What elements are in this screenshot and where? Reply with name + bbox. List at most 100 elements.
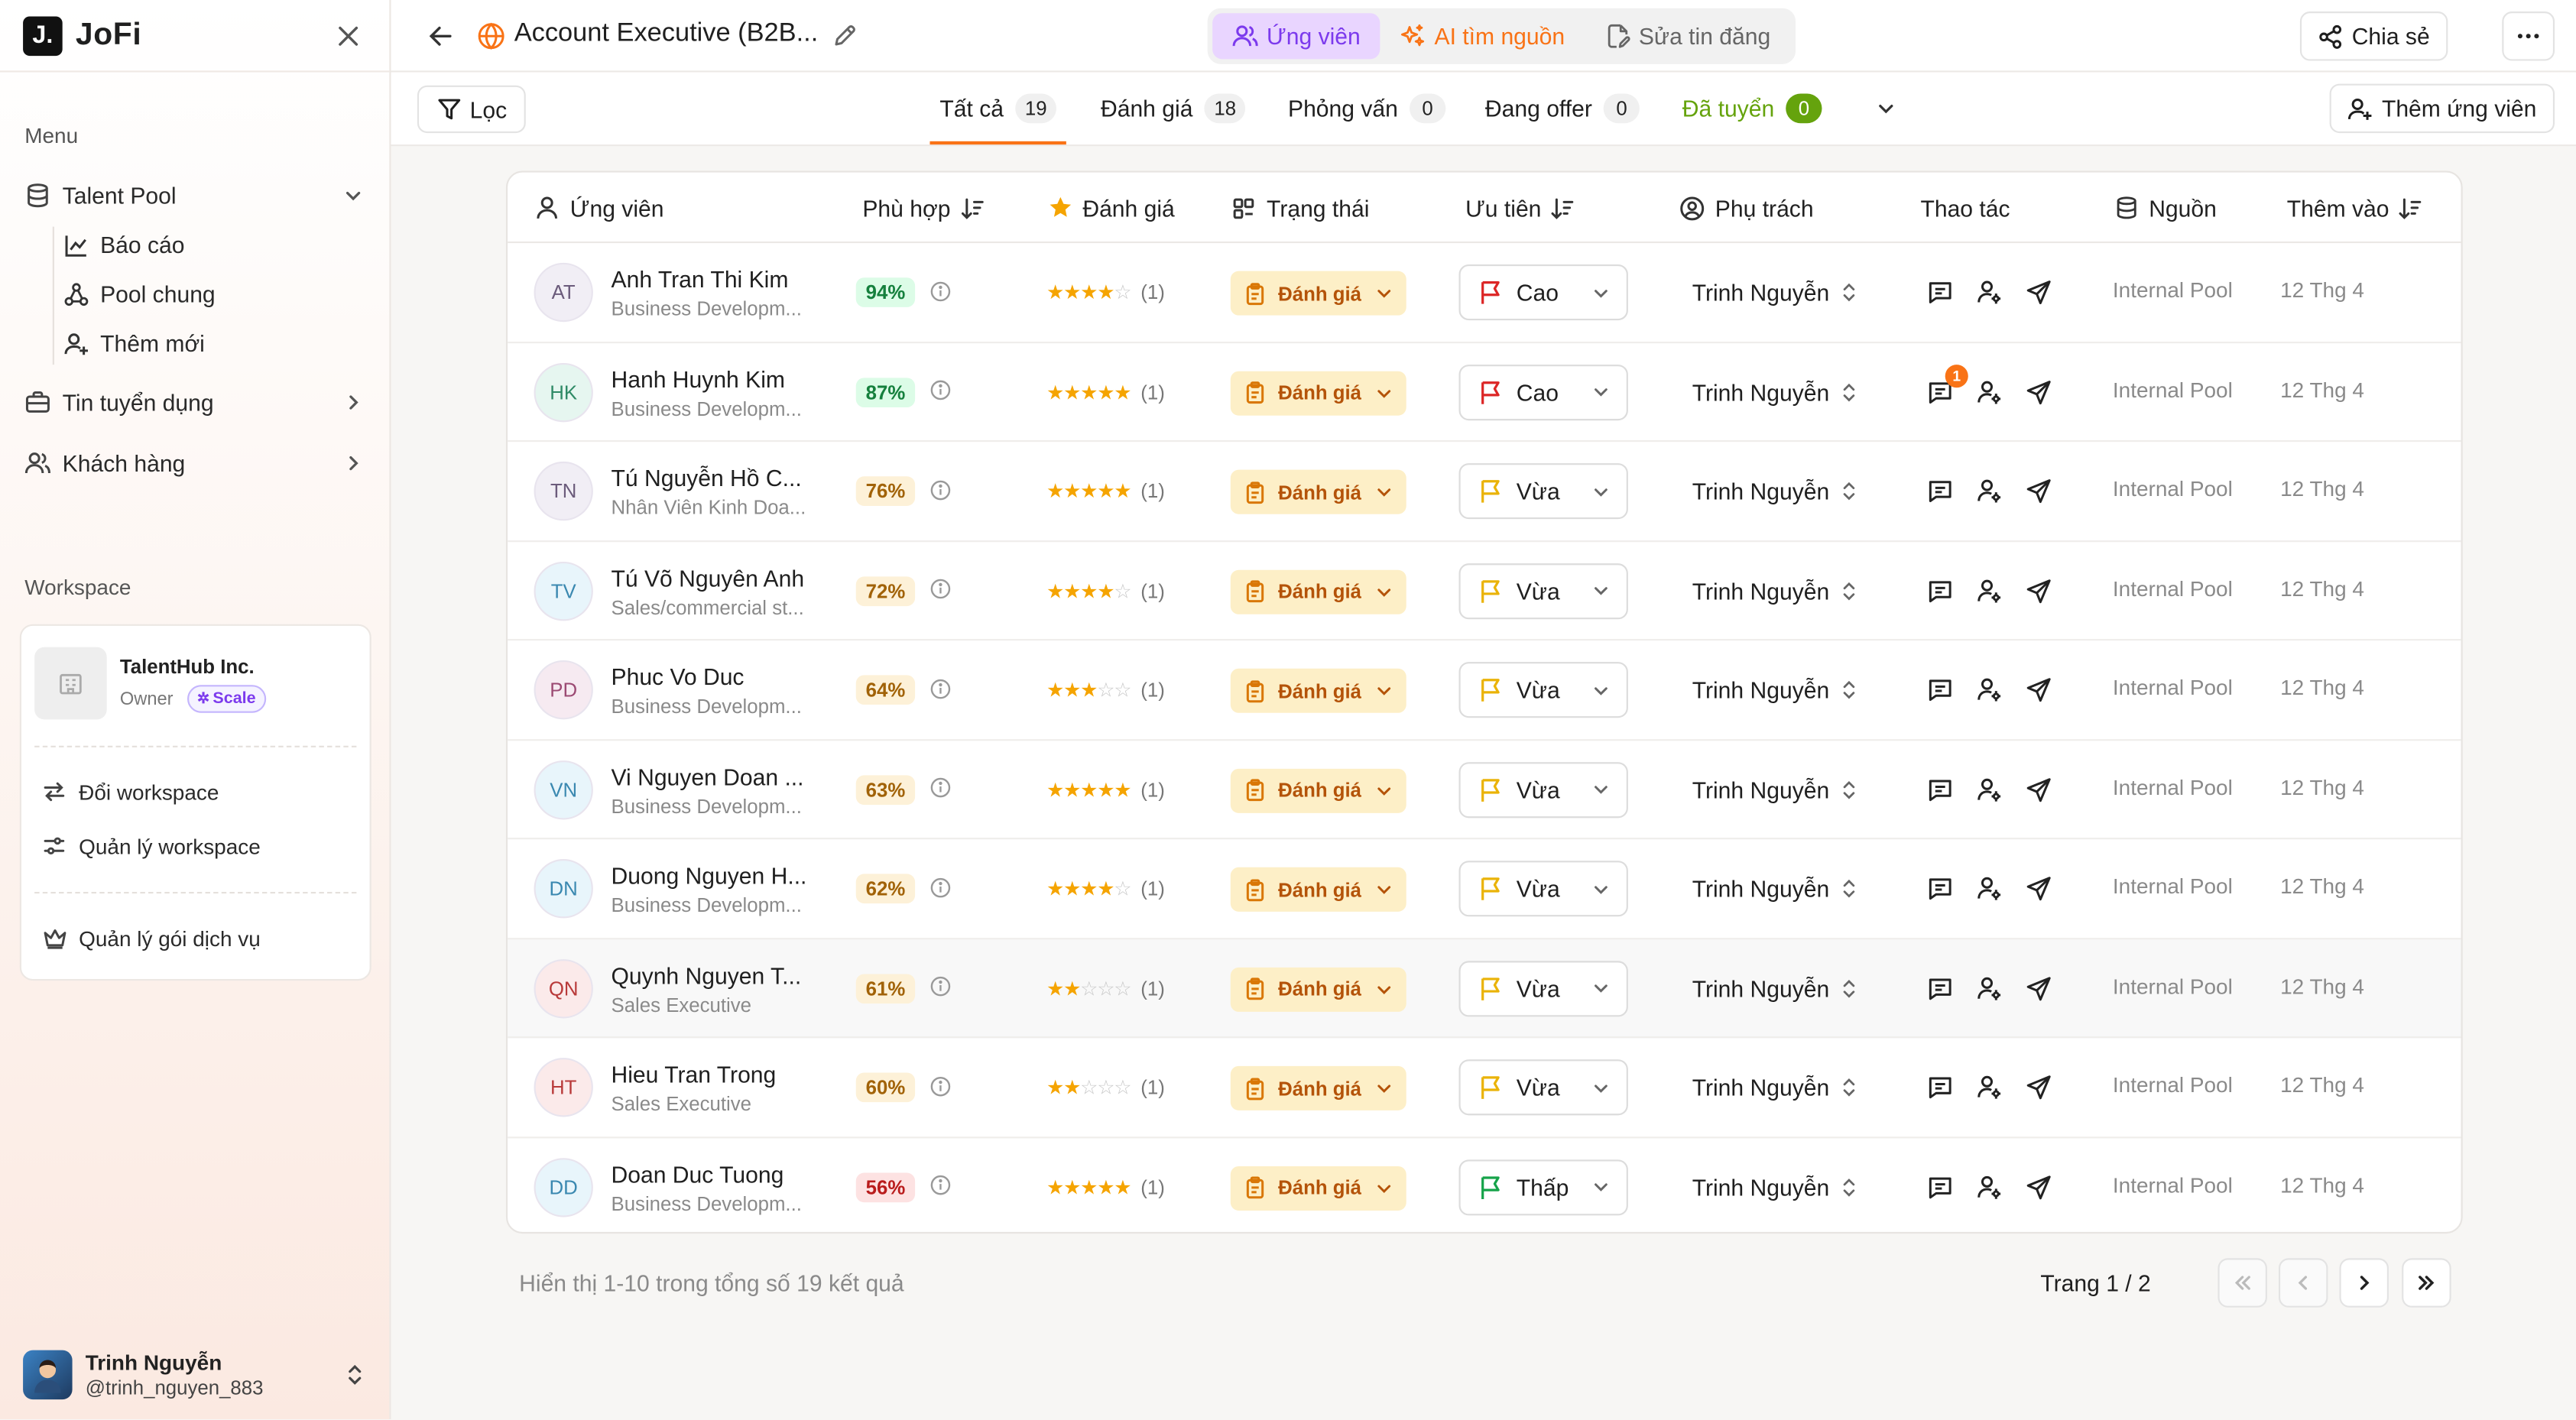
sort-icon[interactable] bbox=[960, 196, 983, 219]
info-icon[interactable] bbox=[928, 676, 951, 699]
priority-dropdown[interactable]: Cao bbox=[1458, 264, 1628, 321]
pencil-icon[interactable] bbox=[828, 18, 861, 51]
sidebar-item-clients[interactable]: Khách hàng bbox=[23, 442, 363, 485]
priority-dropdown[interactable]: Vừa bbox=[1458, 761, 1628, 818]
owner-select[interactable]: Trinh Nguyễn bbox=[1692, 1071, 1857, 1104]
assign-user-icon[interactable] bbox=[1971, 970, 2007, 1006]
table-row[interactable]: AT Anh Tran Thi Kim Business Developm... 94… bbox=[508, 243, 2461, 343]
tab-review[interactable]: Đánh giá 18 bbox=[1101, 86, 1246, 131]
status-dropdown[interactable]: Đánh giá bbox=[1230, 1065, 1406, 1110]
owner-select[interactable]: Trinh Nguyễn bbox=[1692, 1170, 1857, 1203]
info-icon[interactable] bbox=[928, 1075, 951, 1097]
status-dropdown[interactable]: Đánh giá bbox=[1230, 767, 1406, 812]
send-icon[interactable] bbox=[2021, 1169, 2057, 1204]
status-dropdown[interactable]: Đánh giá bbox=[1230, 569, 1406, 614]
info-icon[interactable] bbox=[928, 478, 951, 501]
send-icon[interactable] bbox=[2021, 771, 2057, 807]
message-icon[interactable]: 1 bbox=[1922, 364, 1968, 410]
status-dropdown[interactable]: Đánh giá bbox=[1230, 668, 1406, 713]
assign-user-icon[interactable] bbox=[1971, 1169, 2007, 1204]
add-candidate-button[interactable]: Thêm ứng viên bbox=[2329, 83, 2555, 134]
send-icon[interactable] bbox=[2021, 374, 2057, 410]
assign-user-icon[interactable] bbox=[1971, 572, 2007, 608]
switch-workspace-link[interactable]: Đổi workspace bbox=[41, 773, 219, 809]
info-icon[interactable] bbox=[928, 876, 951, 899]
info-icon[interactable] bbox=[928, 378, 951, 401]
owner-select[interactable]: Trinh Nguyễn bbox=[1692, 673, 1857, 706]
priority-dropdown[interactable]: Vừa bbox=[1458, 960, 1628, 1016]
owner-select[interactable]: Trinh Nguyễn bbox=[1692, 375, 1857, 408]
info-icon[interactable] bbox=[928, 577, 951, 600]
priority-dropdown[interactable]: Thấp bbox=[1458, 1159, 1628, 1215]
prev-page-button[interactable] bbox=[2278, 1258, 2328, 1308]
priority-dropdown[interactable]: Vừa bbox=[1458, 662, 1628, 718]
send-icon[interactable] bbox=[2021, 970, 2057, 1006]
owner-select[interactable]: Trinh Nguyễn bbox=[1692, 276, 1857, 309]
owner-select[interactable]: Trinh Nguyễn bbox=[1692, 475, 1857, 507]
candidate-name[interactable]: Doan Duc Tuong bbox=[612, 1160, 784, 1186]
info-icon[interactable] bbox=[928, 776, 951, 799]
chevron-down-icon[interactable] bbox=[1870, 92, 1903, 125]
status-dropdown[interactable]: Đánh giá bbox=[1230, 370, 1406, 415]
send-icon[interactable] bbox=[2021, 473, 2057, 509]
filter-button[interactable]: Lọc bbox=[417, 85, 525, 134]
more-options-icon[interactable] bbox=[2502, 11, 2555, 61]
send-icon[interactable] bbox=[2021, 672, 2057, 708]
tab-interview[interactable]: Phỏng vấn 0 bbox=[1288, 86, 1446, 131]
tab-candidates[interactable]: Ứng viên bbox=[1212, 13, 1380, 60]
send-icon[interactable] bbox=[2021, 572, 2057, 608]
info-icon[interactable] bbox=[928, 279, 951, 302]
priority-dropdown[interactable]: Vừa bbox=[1458, 861, 1628, 917]
table-row[interactable]: TN Tú Nguyễn Hồ C... Nhân Viên Kinh Doa...… bbox=[508, 442, 2461, 542]
status-dropdown[interactable]: Đánh giá bbox=[1230, 271, 1406, 316]
candidate-name[interactable]: Tú Nguyễn Hồ C... bbox=[612, 465, 802, 491]
sidebar-item-add-new[interactable]: Thêm mới bbox=[63, 323, 205, 363]
candidate-name[interactable]: Hanh Huynh Kim bbox=[612, 365, 785, 391]
table-row[interactable]: TV Tú Võ Nguyên Anh Sales/commercial st...… bbox=[508, 541, 2461, 641]
candidate-name[interactable]: Duong Nguyen H... bbox=[612, 862, 807, 888]
status-dropdown[interactable]: Đánh giá bbox=[1230, 1165, 1406, 1210]
table-row[interactable]: HK Hanh Huynh Kim Business Developm... 87% ★… bbox=[508, 342, 2461, 443]
candidate-name[interactable]: Phuc Vo Duc bbox=[612, 663, 745, 689]
owner-select[interactable]: Trinh Nguyễn bbox=[1692, 773, 1857, 806]
send-icon[interactable] bbox=[2021, 274, 2057, 310]
owner-select[interactable]: Trinh Nguyễn bbox=[1692, 872, 1857, 905]
sort-icon[interactable] bbox=[1551, 196, 1574, 219]
tab-edit-posting[interactable]: Sửa tin đăng bbox=[1585, 13, 1790, 59]
tab-hired[interactable]: Đã tuyển 0 bbox=[1682, 86, 1822, 131]
message-icon[interactable] bbox=[1922, 1069, 1958, 1105]
candidate-name[interactable]: Vi Nguyen Doan ... bbox=[612, 763, 804, 789]
message-icon[interactable] bbox=[1922, 771, 1958, 807]
assign-user-icon[interactable] bbox=[1971, 771, 2007, 807]
status-dropdown[interactable]: Đánh giá bbox=[1230, 867, 1406, 912]
status-dropdown[interactable]: Đánh giá bbox=[1230, 469, 1406, 514]
candidate-name[interactable]: Hieu Tran Trong bbox=[612, 1061, 777, 1087]
table-row[interactable]: DD Doan Duc Tuong Business Developm... 56% ★… bbox=[508, 1137, 2461, 1232]
message-icon[interactable] bbox=[1922, 672, 1958, 708]
message-icon[interactable] bbox=[1922, 1169, 1958, 1204]
sidebar-item-common-pool[interactable]: Pool chung bbox=[63, 274, 216, 314]
sidebar-item-jobs[interactable]: Tin tuyển dụng bbox=[23, 381, 363, 424]
candidate-name[interactable]: Anh Tran Thi Kim bbox=[612, 266, 789, 292]
candidate-name[interactable]: Tú Võ Nguyên Anh bbox=[612, 564, 805, 590]
tab-ai-sourcing[interactable]: AI tìm nguồn bbox=[1380, 13, 1585, 59]
priority-dropdown[interactable]: Vừa bbox=[1458, 562, 1628, 619]
user-menu[interactable]: Trinh Nguyễn @trinh_nguyen_883 bbox=[23, 1344, 371, 1406]
last-page-button[interactable] bbox=[2402, 1258, 2451, 1308]
send-icon[interactable] bbox=[2021, 1069, 2057, 1105]
owner-select[interactable]: Trinh Nguyễn bbox=[1692, 971, 1857, 1004]
message-icon[interactable] bbox=[1922, 970, 1958, 1006]
sort-icon[interactable] bbox=[2399, 196, 2422, 219]
priority-dropdown[interactable]: Vừa bbox=[1458, 463, 1628, 520]
assign-user-icon[interactable] bbox=[1971, 274, 2007, 310]
assign-user-icon[interactable] bbox=[1971, 473, 2007, 509]
priority-dropdown[interactable]: Cao bbox=[1458, 364, 1628, 420]
close-icon[interactable] bbox=[330, 18, 366, 53]
next-page-button[interactable] bbox=[2339, 1258, 2389, 1308]
tab-offer[interactable]: Đang offer 0 bbox=[1485, 86, 1640, 131]
assign-user-icon[interactable] bbox=[1971, 374, 2007, 410]
assign-user-icon[interactable] bbox=[1971, 1069, 2007, 1105]
candidate-name[interactable]: Quynh Nguyen T... bbox=[612, 961, 802, 987]
manage-plan-link[interactable]: Quản lý gói dịch vụ bbox=[41, 920, 261, 956]
info-icon[interactable] bbox=[928, 1174, 951, 1197]
